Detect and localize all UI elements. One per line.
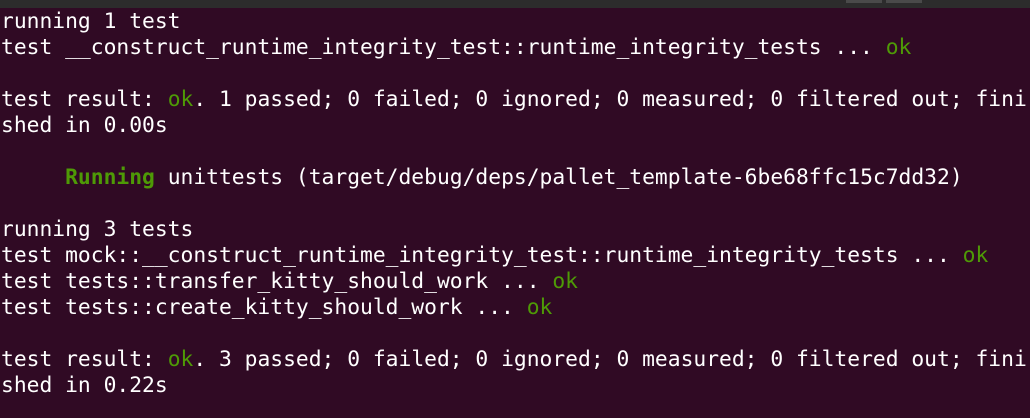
terminal-line: running 1 test <box>1 9 181 35</box>
terminal-line: test mock::__construct_runtime_integrity… <box>1 243 988 269</box>
output-text: test tests::transfer_kitty_should_work .… <box>1 269 553 294</box>
terminal-line: test tests::transfer_kitty_should_work .… <box>1 269 578 295</box>
result-status-ok: ok <box>167 87 194 112</box>
test-status-ok: ok <box>962 243 989 268</box>
output-text: test result: <box>1 347 168 372</box>
output-text: shed in 0.22s <box>1 373 168 398</box>
test-status-ok: ok <box>552 269 578 294</box>
terminal-line: test result: ok. 3 passed; 0 failed; 0 i… <box>1 347 1027 373</box>
terminal-line: test result: ok. 1 passed; 0 failed; 0 i… <box>1 87 1027 113</box>
terminal-line: running 3 tests <box>1 217 193 243</box>
output-text: test result: <box>1 87 168 112</box>
window-control-button[interactable] <box>846 0 882 3</box>
terminal-line: test __construct_runtime_integrity_test:… <box>1 35 911 61</box>
output-text: test mock::__construct_runtime_integrity… <box>1 243 963 268</box>
terminal-line: shed in 0.00s <box>1 113 168 139</box>
result-status-ok: ok <box>167 347 194 372</box>
running-label: Running <box>65 165 155 190</box>
output-text: . 3 passed; 0 failed; 0 ignored; 0 measu… <box>193 347 1027 372</box>
test-status-ok: ok <box>526 295 553 320</box>
test-status-ok: ok <box>885 35 912 60</box>
output-text: running 3 tests <box>1 217 194 242</box>
terminal-output[interactable]: running 1 test test __construct_runtime_… <box>0 9 1030 418</box>
terminal-line: test tests::create_kitty_should_work ...… <box>1 295 552 321</box>
terminal-line: Running unittests (target/debug/deps/pal… <box>1 165 963 191</box>
output-text: running 1 test <box>1 9 181 34</box>
output-text: shed in 0.00s <box>1 113 168 138</box>
window-top-bar <box>0 0 1030 8</box>
output-text: . 1 passed; 0 failed; 0 ignored; 0 measu… <box>193 87 1027 112</box>
output-text: test __construct_runtime_integrity_test:… <box>1 35 886 60</box>
output-text: test tests::create_kitty_should_work ... <box>1 295 527 320</box>
window-control-button[interactable] <box>886 0 922 3</box>
terminal-line: shed in 0.22s <box>1 373 168 399</box>
output-text: unittests (target/debug/deps/pallet_temp… <box>154 165 963 190</box>
